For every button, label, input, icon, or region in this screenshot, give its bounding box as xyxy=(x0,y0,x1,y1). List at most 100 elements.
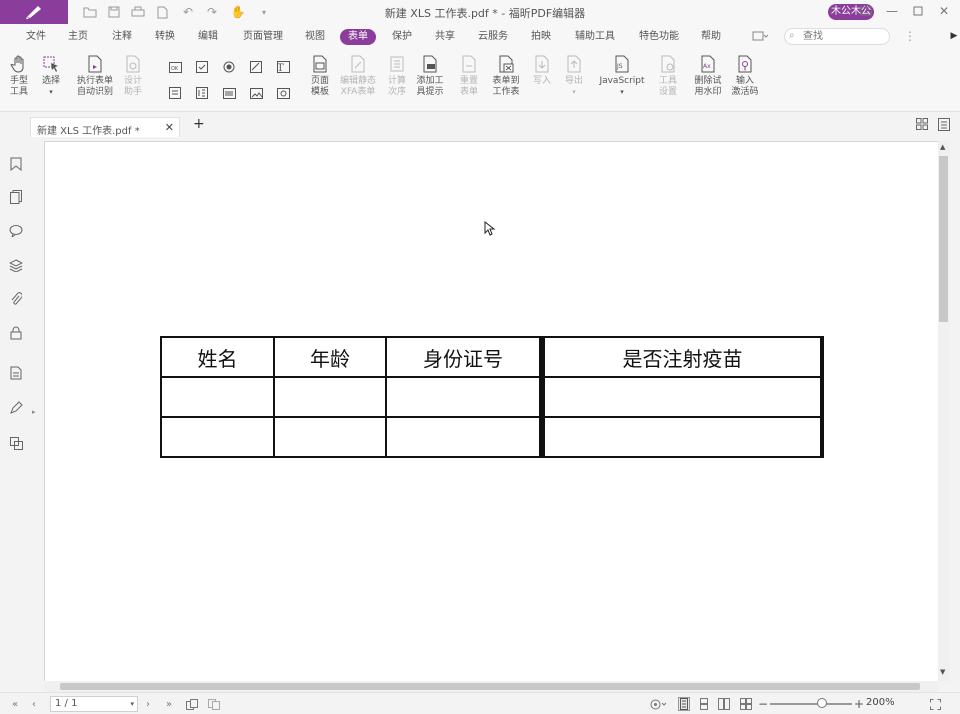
export-button[interactable]: 导出 ▾ xyxy=(562,54,586,98)
close-window-icon[interactable]: ✕ xyxy=(936,3,952,19)
compare-icon[interactable] xyxy=(8,435,24,451)
import-button[interactable]: 写入 xyxy=(530,54,554,87)
menu-accessibility[interactable]: 辅助工具 xyxy=(575,29,615,45)
more-menu-icon[interactable]: ⋮ xyxy=(902,28,918,44)
open-folder-icon[interactable] xyxy=(82,4,98,20)
comments-icon[interactable] xyxy=(8,222,24,238)
signature-pen-icon[interactable] xyxy=(8,400,24,416)
tool-settings-label: 工具 设置 xyxy=(658,76,677,97)
new-tab-icon[interactable]: + xyxy=(193,116,205,132)
zoom-level[interactable]: 200% xyxy=(866,697,895,708)
properties-panel-icon[interactable] xyxy=(938,118,950,134)
svg-text:JS: JS xyxy=(616,63,623,70)
new-document-icon[interactable] xyxy=(154,4,170,20)
menu-features[interactable]: 特色功能 xyxy=(639,29,679,45)
reset-form-button[interactable]: 重置 表单 xyxy=(456,54,482,98)
security-lock-icon[interactable] xyxy=(8,325,24,341)
date-field-icon[interactable] xyxy=(276,86,290,100)
continuous-view-icon[interactable] xyxy=(698,697,710,711)
insert-page-icon[interactable] xyxy=(208,697,220,711)
customize-quick-access-icon[interactable]: ▾ xyxy=(256,4,272,20)
print-icon[interactable] xyxy=(130,4,146,20)
menu-view[interactable]: 视图 xyxy=(305,29,325,45)
menu-convert[interactable]: 转换 xyxy=(155,29,175,45)
run-form-recognition-label: 执行表单 自动识别 xyxy=(76,76,113,97)
run-form-recognition-button[interactable]: 执行表单 自动识别 xyxy=(74,54,116,98)
grid-view-icon[interactable] xyxy=(916,118,928,133)
bookmark-icon[interactable] xyxy=(8,156,24,172)
button-field-icon[interactable]: OK xyxy=(168,60,182,74)
menu-share[interactable]: 共享 xyxy=(435,29,455,45)
previous-page-icon[interactable]: ‹ xyxy=(32,697,36,711)
expand-panel-icon[interactable]: ▸ xyxy=(32,408,36,416)
javascript-button[interactable]: JS JavaScript ▾ xyxy=(598,54,646,98)
radio-button-icon[interactable] xyxy=(222,60,236,74)
collapse-panel-icon[interactable]: ▶ xyxy=(946,28,960,44)
menu-cloud[interactable]: 云服务 xyxy=(478,29,508,45)
two-page-view-icon[interactable] xyxy=(718,697,730,711)
menu-file[interactable]: 文件 xyxy=(26,29,46,45)
menu-home[interactable]: 主页 xyxy=(68,29,88,45)
horizontal-scroll-thumb[interactable] xyxy=(60,683,920,690)
undo-icon[interactable]: ↶ xyxy=(180,4,196,20)
page-dropdown-icon[interactable]: ▾ xyxy=(130,697,134,711)
redo-icon[interactable]: ↷ xyxy=(204,4,220,20)
first-page-icon[interactable]: « xyxy=(12,697,18,711)
zoom-in-icon[interactable]: + xyxy=(854,697,864,711)
text-field-icon[interactable]: T xyxy=(276,60,290,74)
minimize-icon[interactable]: — xyxy=(884,3,900,19)
next-page-icon[interactable]: › xyxy=(146,697,150,711)
page-template-button[interactable]: 页面 模板 xyxy=(306,54,334,98)
vertical-scroll-thumb[interactable] xyxy=(939,156,948,322)
remove-watermark-button[interactable]: Ax 删除试 用水印 xyxy=(692,54,724,98)
menu-page-management[interactable]: 页面管理 xyxy=(243,29,283,45)
fullscreen-icon[interactable] xyxy=(930,697,941,711)
menu-help[interactable]: 帮助 xyxy=(701,29,721,45)
document-properties-icon[interactable] xyxy=(8,365,24,381)
form-to-sheet-button[interactable]: 表单到 工作表 xyxy=(488,54,524,98)
attachment-icon[interactable] xyxy=(8,291,24,307)
combo-box-icon[interactable] xyxy=(195,86,209,100)
zoom-slider-handle[interactable] xyxy=(817,698,827,708)
last-page-icon[interactable]: » xyxy=(166,697,172,711)
enter-activation-button[interactable]: 输入 激活码 xyxy=(730,54,760,98)
image-field-icon[interactable] xyxy=(249,86,263,100)
layers-icon[interactable] xyxy=(8,257,24,273)
menu-comment[interactable]: 注释 xyxy=(112,29,132,45)
calculation-order-button[interactable]: 计算 次序 xyxy=(384,54,410,98)
checkbox-field-icon[interactable] xyxy=(195,60,209,74)
select-button[interactable]: 选择 ▾ xyxy=(38,54,64,98)
menu-form[interactable]: 表单 xyxy=(340,29,376,45)
close-tab-icon[interactable]: ✕ xyxy=(165,121,174,134)
single-page-view-icon[interactable] xyxy=(678,697,690,711)
document-tab[interactable]: 新建 XLS 工作表.pdf * ✕ xyxy=(30,117,180,137)
signature-field-icon[interactable] xyxy=(249,60,263,74)
search-box[interactable]: ⌕ xyxy=(784,28,890,45)
header-cell-vaccinated: 是否注射疫苗 xyxy=(541,336,824,378)
edit-xfa-button[interactable]: 编辑静态 XFA表单 xyxy=(338,54,378,98)
app-window: ↶ ↷ ✋ ▾ 新建 XLS 工作表.pdf * - 福昕PDF编辑器 木公木公… xyxy=(0,0,960,714)
extract-page-icon[interactable] xyxy=(186,697,198,711)
ribbon-display-icon[interactable] xyxy=(858,3,874,19)
zoom-slider[interactable] xyxy=(770,703,852,705)
app-logo-icon[interactable] xyxy=(0,0,68,24)
save-icon[interactable] xyxy=(106,4,122,20)
menu-paiying[interactable]: 拍映 xyxy=(531,29,551,45)
two-page-continuous-icon[interactable] xyxy=(740,697,752,711)
view-mode-icon[interactable] xyxy=(650,697,668,711)
lightbulb-icon[interactable] xyxy=(752,28,768,44)
pages-thumbnail-icon[interactable] xyxy=(8,189,24,205)
menu-edit[interactable]: 编辑 xyxy=(198,29,218,45)
design-assistant-button[interactable]: 设计 助手 xyxy=(120,54,146,98)
barcode-field-icon[interactable] xyxy=(222,86,236,100)
list-box-icon[interactable] xyxy=(168,86,182,100)
hand-tool-quick-icon[interactable]: ✋ xyxy=(230,4,246,20)
add-tooltip-button[interactable]: 添加工 具提示 xyxy=(414,54,446,98)
maximize-icon[interactable] xyxy=(910,3,926,19)
menu-protect[interactable]: 保护 xyxy=(392,29,412,45)
tool-settings-button[interactable]: 工具 设置 xyxy=(654,54,682,98)
zoom-out-icon[interactable]: − xyxy=(758,697,768,711)
page-number-field[interactable]: 1 / 1 ▾ xyxy=(50,696,138,712)
hand-tool-button[interactable]: 手型 工具 xyxy=(6,54,32,98)
search-input[interactable] xyxy=(803,30,887,43)
